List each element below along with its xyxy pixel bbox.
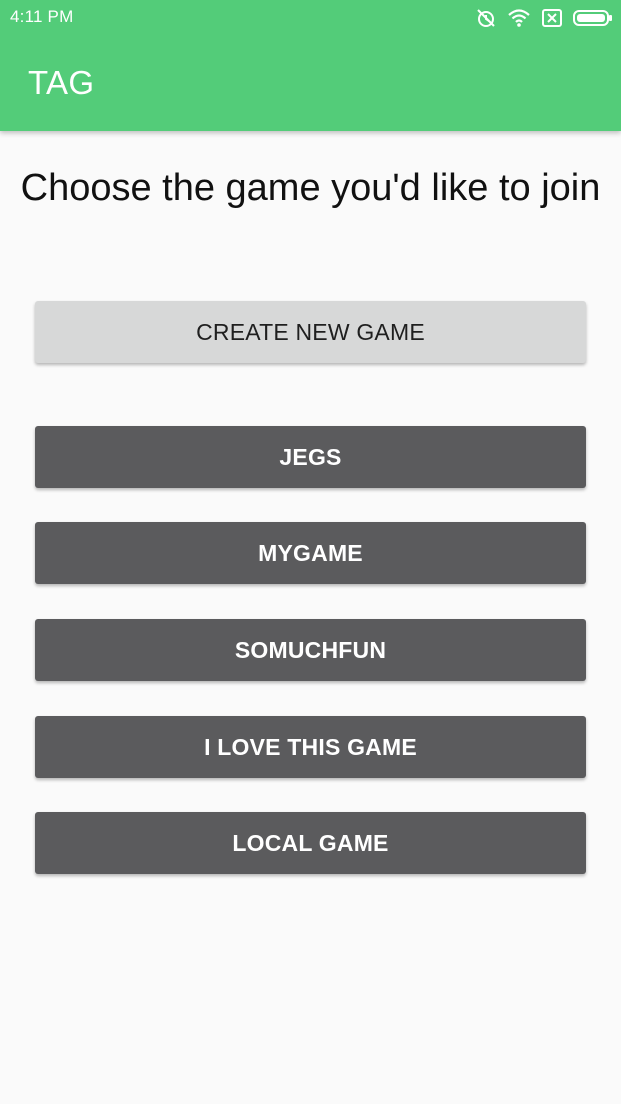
alarm-off-icon <box>475 7 497 29</box>
game-button-jegs[interactable]: JEGS <box>35 426 586 488</box>
app-bar: 4:11 PM TAG <box>0 0 621 131</box>
page-heading: Choose the game you'd like to join <box>20 167 601 209</box>
status-time: 4:11 PM <box>10 7 74 26</box>
app-title: TAG <box>28 64 95 101</box>
battery-icon <box>573 8 613 28</box>
game-button-somuchfun[interactable]: SOMUCHFUN <box>35 619 586 681</box>
create-new-game-button[interactable]: CREATE NEW GAME <box>35 301 586 363</box>
game-button-mygame[interactable]: MYGAME <box>35 522 586 584</box>
status-icons <box>475 6 613 30</box>
status-bar: 4:11 PM <box>0 0 621 36</box>
wifi-icon <box>507 8 531 28</box>
game-button-i-love-this-game[interactable]: I LOVE THIS GAME <box>35 716 586 778</box>
sim-x-icon <box>541 8 563 28</box>
game-button-local-game[interactable]: LOCAL GAME <box>35 812 586 874</box>
